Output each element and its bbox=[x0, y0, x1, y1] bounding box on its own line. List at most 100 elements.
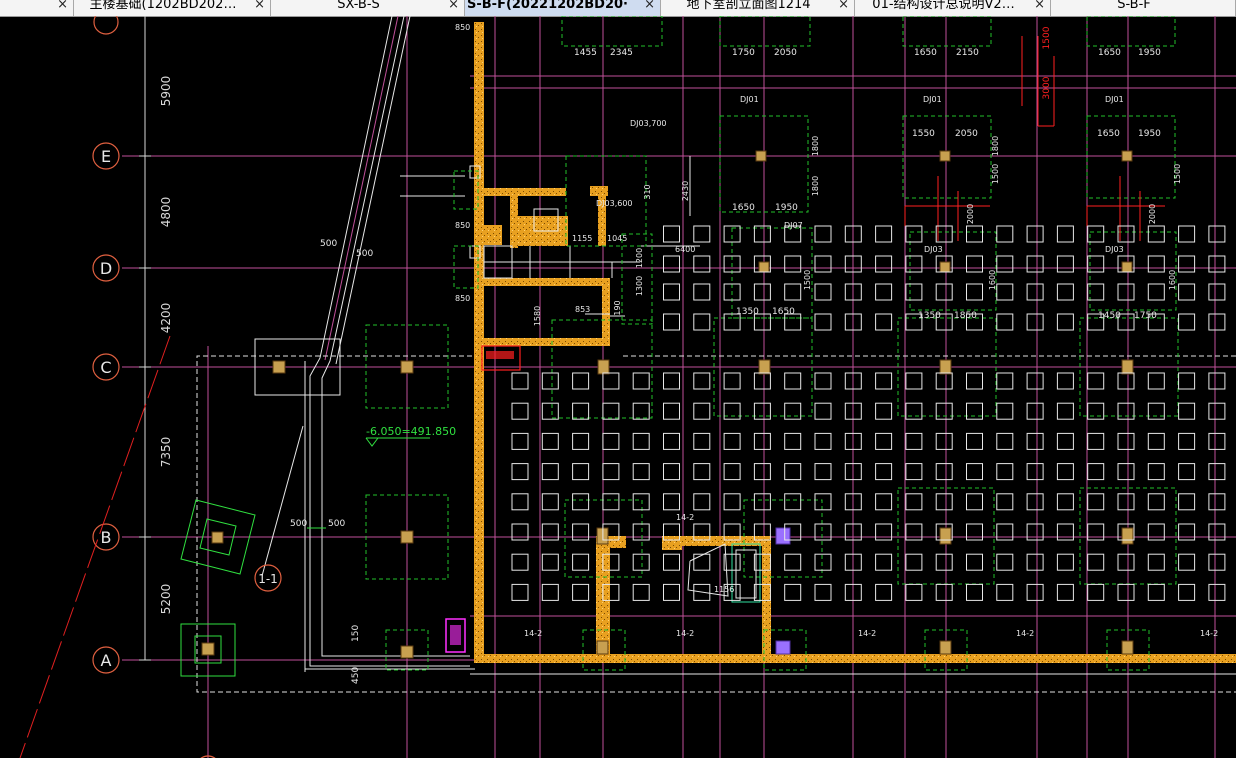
bottom-dim-a: 150 bbox=[351, 625, 361, 642]
slab-cell bbox=[784, 493, 802, 511]
slab-cell bbox=[1208, 463, 1226, 481]
slab-cell bbox=[663, 553, 680, 571]
slab-cell bbox=[511, 372, 529, 390]
top-dim: 2050 bbox=[774, 48, 797, 58]
slab-cell bbox=[1026, 523, 1044, 541]
slab-cell bbox=[632, 583, 650, 601]
slab-cell bbox=[814, 493, 832, 511]
tab-s-b-f[interactable]: S-B-F bbox=[1051, 0, 1236, 16]
tab-0[interactable]: × bbox=[0, 0, 74, 16]
slab-cell bbox=[693, 432, 711, 450]
tab-close-icon[interactable]: × bbox=[838, 0, 849, 13]
slab-cell bbox=[541, 463, 559, 481]
slab-cell bbox=[1147, 553, 1165, 571]
slab-cell bbox=[572, 372, 590, 390]
slab-cell bbox=[1117, 553, 1135, 571]
slab-cell bbox=[996, 493, 1014, 511]
top-dim: 1950 bbox=[1138, 48, 1161, 58]
vert-dim: 1500 bbox=[991, 164, 1000, 184]
slab-cell bbox=[723, 372, 741, 390]
core-label: 850 bbox=[455, 221, 470, 230]
slab-cell bbox=[541, 402, 559, 420]
slab-cell bbox=[784, 372, 802, 390]
tab-close-icon[interactable]: × bbox=[254, 0, 265, 13]
slab-cell bbox=[1178, 225, 1196, 243]
bottom-tag: 14-2 bbox=[858, 629, 876, 638]
dim-5200: 5200 bbox=[159, 584, 173, 615]
slab-cell bbox=[1208, 225, 1226, 243]
slab-cell bbox=[935, 402, 953, 420]
dim-4200: 4200 bbox=[159, 303, 173, 334]
slab-cell bbox=[1087, 463, 1105, 481]
slab-cell bbox=[693, 372, 711, 390]
slab-cell bbox=[663, 255, 680, 273]
slab-cell bbox=[1178, 372, 1196, 390]
slab-cell bbox=[541, 523, 559, 541]
slab-cell bbox=[693, 255, 711, 273]
footing-label: DJ01 bbox=[740, 95, 759, 104]
cad-drawing-canvas[interactable]: E D C B A 5900 4800 4200 7350 5200 1-1 -… bbox=[0, 16, 1236, 758]
column bbox=[211, 531, 224, 544]
vert-dim: 1600 bbox=[988, 270, 997, 290]
slab-cell bbox=[814, 583, 832, 601]
slab-cell bbox=[1056, 372, 1074, 390]
tab-close-icon[interactable]: × bbox=[57, 0, 68, 13]
bottom-dim-b: 450 bbox=[351, 667, 361, 684]
footing-label: DJ01 bbox=[1105, 95, 1124, 104]
tab-label: 01-结构设计总说明V2… bbox=[872, 0, 1015, 12]
slab-cell bbox=[1026, 283, 1044, 301]
slab-cell bbox=[905, 402, 923, 420]
tab-sx-b-s[interactable]: SX-B-S × bbox=[271, 0, 465, 16]
slab-cell bbox=[1026, 313, 1044, 331]
mid-dim: 1550 bbox=[912, 129, 935, 139]
slab-cell bbox=[723, 463, 741, 481]
tab-s-b-f-active[interactable]: S-B-F(20221202BD20· × bbox=[465, 0, 661, 16]
slab-cell bbox=[1056, 255, 1074, 273]
sump-tag: 14-2 bbox=[676, 513, 694, 522]
slab-cell bbox=[1178, 255, 1196, 273]
ramp-axis bbox=[324, 16, 399, 361]
column bbox=[400, 530, 414, 544]
slab-cell bbox=[572, 432, 590, 450]
slab-cell bbox=[541, 432, 559, 450]
slab-cell bbox=[875, 402, 893, 420]
slab-cell bbox=[875, 225, 893, 243]
red-dim-3000: 3000 bbox=[1042, 76, 1052, 99]
slab-cell bbox=[511, 402, 529, 420]
slab-cell bbox=[572, 493, 590, 511]
slab-cell bbox=[753, 402, 771, 420]
purple-columns bbox=[775, 527, 791, 655]
slab-cell bbox=[753, 432, 771, 450]
slab-cell bbox=[1087, 402, 1105, 420]
column bbox=[201, 642, 215, 656]
footing-label: DJ03 bbox=[1105, 245, 1124, 254]
slab-cell bbox=[1026, 493, 1044, 511]
bottom-tag: 14-2 bbox=[524, 629, 542, 638]
slab-cell bbox=[693, 283, 711, 301]
slab-cell bbox=[996, 402, 1014, 420]
red-dim-annotations bbox=[904, 36, 1165, 241]
tab-label: 主楼基础(1202BD202… bbox=[89, 0, 237, 12]
tab-design-notes[interactable]: 01-结构设计总说明V2… × bbox=[855, 0, 1051, 16]
slab-cell bbox=[632, 463, 650, 481]
slab-cell bbox=[1178, 463, 1196, 481]
mid-dim: 1650 bbox=[732, 203, 755, 213]
tab-basement-section[interactable]: 地下室剖立面图1214 × bbox=[661, 0, 855, 16]
slab-cell bbox=[996, 255, 1014, 273]
slab-cell bbox=[753, 283, 771, 301]
tab-bar: × 主楼基础(1202BD202… × SX-B-S × S-B-F(2022120… bbox=[0, 0, 1236, 17]
slab-cell bbox=[632, 432, 650, 450]
slab-cell bbox=[996, 225, 1014, 243]
tab-label: SX-B-S bbox=[337, 0, 380, 12]
tab-main-foundation[interactable]: 主楼基础(1202BD202… × bbox=[74, 0, 271, 16]
slab-cell bbox=[814, 402, 832, 420]
tab-close-icon[interactable]: × bbox=[644, 0, 655, 13]
boundary-dashed-line bbox=[19, 335, 171, 758]
slab-cell bbox=[1178, 283, 1196, 301]
slab-cell bbox=[1208, 493, 1226, 511]
tab-close-icon[interactable]: × bbox=[1034, 0, 1045, 13]
tab-close-icon[interactable]: × bbox=[448, 0, 459, 13]
slab-cell bbox=[875, 372, 893, 390]
slab-cell bbox=[1117, 463, 1135, 481]
slab-cell bbox=[511, 523, 529, 541]
